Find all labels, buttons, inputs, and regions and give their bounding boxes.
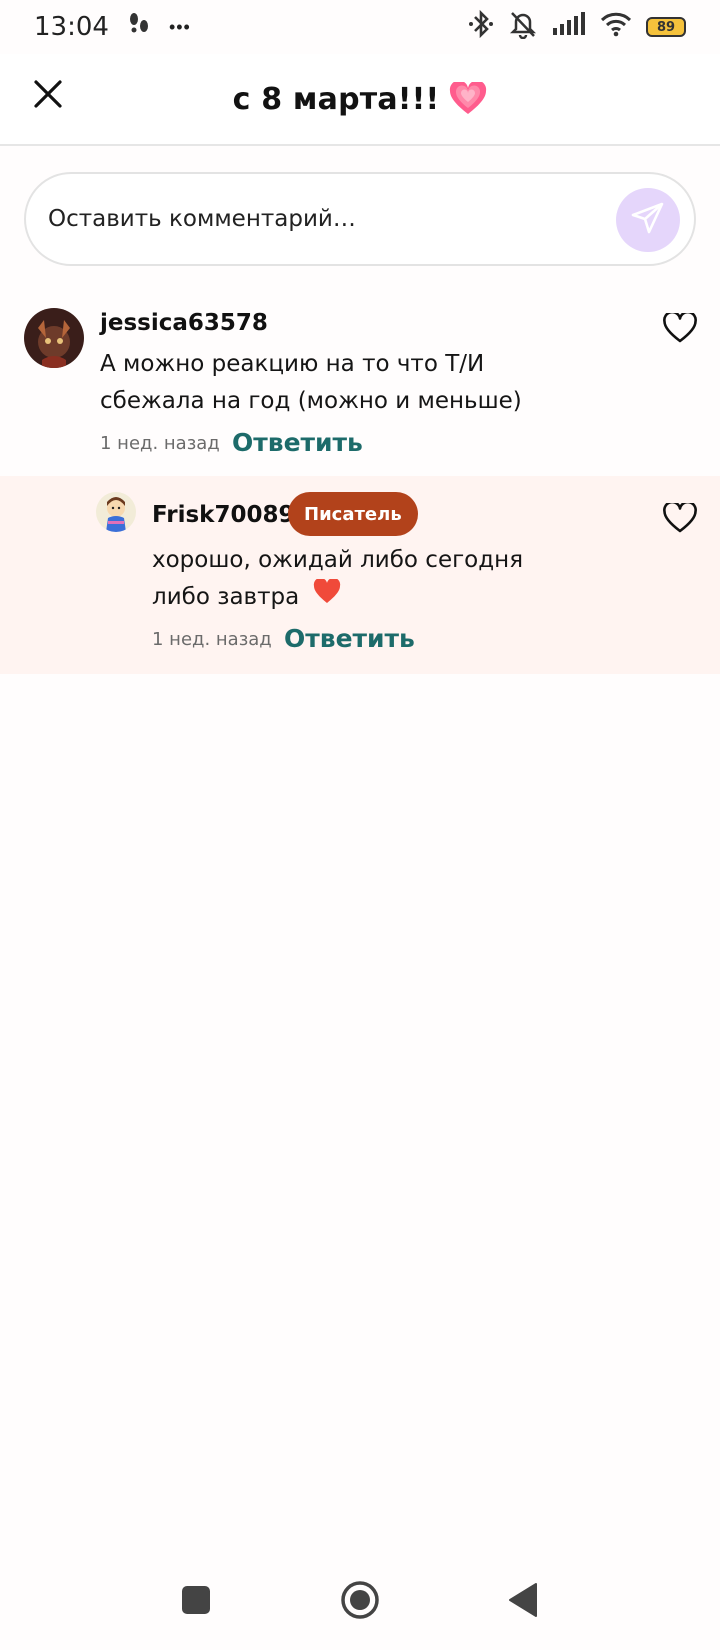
page-title: с 8 марта!!! xyxy=(232,81,440,117)
mute-bell-icon xyxy=(508,9,538,46)
reply-text: хорошо, ожидай либо сегодня либо завтра xyxy=(152,542,552,616)
header: с 8 марта!!! xyxy=(0,54,720,146)
send-icon xyxy=(631,201,665,240)
footprints-icon xyxy=(127,11,151,44)
red-heart-icon xyxy=(313,577,341,616)
comment-text: А можно реакцию на то что Т/И сбежала на… xyxy=(100,351,522,414)
bluetooth-icon xyxy=(468,9,494,46)
reply-username[interactable]: Frisk70089 xyxy=(152,502,294,528)
wifi-icon xyxy=(600,11,632,44)
reply-button[interactable]: Ответить xyxy=(284,624,415,653)
back-button[interactable] xyxy=(508,1582,538,1623)
status-bar: 13:04 ••• 89 xyxy=(0,0,720,54)
system-nav-bar xyxy=(0,1554,720,1650)
pink-heart-icon xyxy=(449,82,487,116)
like-button[interactable] xyxy=(660,500,700,540)
send-button[interactable] xyxy=(616,188,680,252)
recents-button[interactable] xyxy=(181,1585,211,1620)
comment-username[interactable]: jessica63578 xyxy=(100,310,268,336)
comment-box xyxy=(24,172,696,266)
square-icon xyxy=(181,1586,211,1619)
battery-icon: 89 xyxy=(646,17,686,37)
comment-time: 1 нед. назад xyxy=(100,433,220,454)
avatar[interactable] xyxy=(24,308,84,368)
close-button[interactable] xyxy=(24,72,72,120)
reply-button[interactable]: Ответить xyxy=(232,428,363,457)
more-icon: ••• xyxy=(168,16,191,37)
heart-outline-icon xyxy=(663,500,697,538)
reply-time: 1 нед. назад xyxy=(152,629,272,650)
home-circle-icon xyxy=(340,1581,380,1624)
screen: 13:04 ••• 89 с 8 марта!!! Оставить комме… xyxy=(0,0,720,1650)
avatar[interactable] xyxy=(96,492,136,532)
home-button[interactable] xyxy=(340,1580,380,1625)
like-button[interactable] xyxy=(660,310,700,350)
writer-badge: Писатель xyxy=(288,492,418,536)
close-icon xyxy=(32,78,64,115)
signal-icon xyxy=(552,11,586,43)
heart-outline-icon xyxy=(663,310,697,348)
back-triangle-icon xyxy=(508,1583,538,1622)
comment-item: jessica63578 А можно реакцию на то что Т… xyxy=(0,290,720,476)
comment-input[interactable] xyxy=(48,206,608,232)
status-time: 13:04 xyxy=(34,12,109,42)
reply-item: Frisk70089 Писатель хорошо, ожидай либо … xyxy=(0,476,720,674)
